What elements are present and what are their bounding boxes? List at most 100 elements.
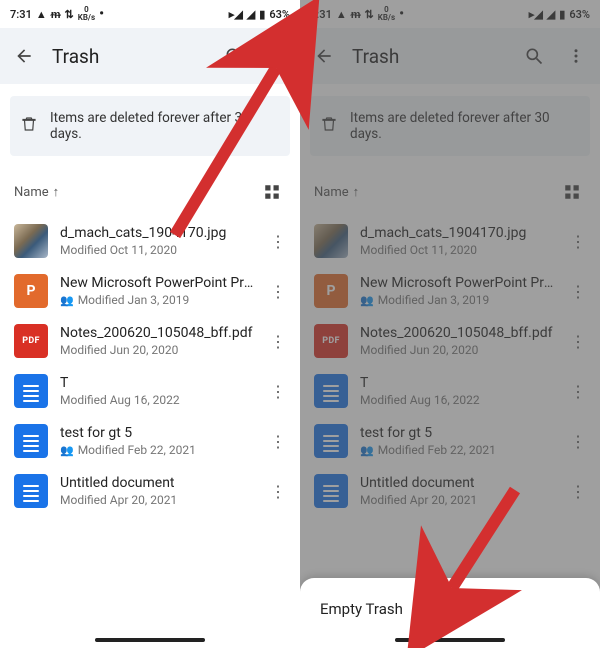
- item-more-button[interactable]: ⋮: [566, 228, 590, 255]
- item-more-button[interactable]: ⋮: [266, 378, 290, 405]
- list-item[interactable]: T Modified Aug 16, 2022 ⋮: [0, 366, 300, 416]
- list-item[interactable]: P New Microsoft PowerPoint Presentat… 👥 M…: [0, 266, 300, 316]
- item-more-button[interactable]: ⋮: [566, 328, 590, 355]
- sort-row: Name ↑: [300, 156, 600, 212]
- file-subtitle: Modified Aug 16, 2022: [360, 393, 554, 407]
- file-name: d_mach_cats_1904170.jpg: [360, 225, 554, 241]
- file-subtitle: Modified Feb 22, 2021: [78, 443, 196, 457]
- empty-trash-option[interactable]: Empty Trash: [320, 600, 580, 618]
- file-subtitle: Modified Apr 20, 2021: [60, 493, 254, 507]
- status-icon-cast: ▲: [36, 8, 47, 21]
- grid-icon: [563, 183, 581, 201]
- list-item[interactable]: Untitled document Modified Apr 20, 2021 …: [300, 466, 600, 516]
- item-more-button[interactable]: ⋮: [566, 278, 590, 305]
- file-name: Untitled document: [60, 475, 254, 491]
- list-item[interactable]: PDF Notes_200620_105048_bff.pdf Modified…: [0, 316, 300, 366]
- sort-toggle[interactable]: Name ↑: [314, 184, 359, 200]
- battery-icon: ▮: [259, 8, 265, 21]
- list-item[interactable]: PDF Notes_200620_105048_bff.pdf Modified…: [300, 316, 600, 366]
- item-more-button[interactable]: ⋮: [266, 428, 290, 455]
- more-vert-icon: [567, 47, 585, 65]
- view-grid-button[interactable]: [558, 178, 586, 206]
- list-item[interactable]: d_mach_cats_1904170.jpg Modified Oct 11,…: [300, 216, 600, 266]
- trash-icon: [320, 115, 338, 137]
- shared-icon: 👥: [360, 294, 374, 307]
- status-dot: •: [399, 10, 404, 18]
- status-icon-cast: ▲: [336, 8, 347, 21]
- file-thumbnail-doc: [314, 374, 348, 408]
- app-bar: Trash: [0, 28, 300, 84]
- signal-icon: ◢: [247, 8, 255, 21]
- file-subtitle: Modified Jan 3, 2019: [78, 293, 190, 307]
- file-subtitle: Modified Oct 11, 2020: [360, 243, 554, 257]
- search-button[interactable]: [220, 42, 248, 70]
- item-more-button[interactable]: ⋮: [566, 428, 590, 455]
- wifi-icon: ▸◢: [529, 8, 543, 21]
- file-thumbnail-pdf: PDF: [14, 324, 48, 358]
- item-more-button[interactable]: ⋮: [266, 228, 290, 255]
- file-name: test for gt 5: [60, 425, 254, 441]
- status-network-speed: 0KB/s: [378, 6, 395, 22]
- shared-icon: 👥: [60, 444, 74, 457]
- item-more-button[interactable]: ⋮: [566, 478, 590, 505]
- page-title: Trash: [352, 45, 506, 68]
- list-item[interactable]: test for gt 5 👥 Modified Feb 22, 2021 ⋮: [300, 416, 600, 466]
- list-item[interactable]: test for gt 5 👥 Modified Feb 22, 2021 ⋮: [0, 416, 300, 466]
- search-icon: [224, 46, 244, 66]
- app-bar: Trash: [300, 28, 600, 84]
- status-icon-lang: ᵯ: [351, 8, 361, 21]
- list-item[interactable]: T Modified Aug 16, 2022 ⋮: [300, 366, 600, 416]
- gesture-nav-handle: [95, 638, 205, 642]
- file-thumbnail-doc: [14, 374, 48, 408]
- view-grid-button[interactable]: [258, 178, 286, 206]
- file-subtitle: Modified Apr 20, 2021: [360, 493, 554, 507]
- status-icon-updown: ⇅: [365, 8, 374, 21]
- back-button[interactable]: [10, 42, 38, 70]
- file-thumbnail-image: [314, 224, 348, 258]
- file-list: d_mach_cats_1904170.jpg Modified Oct 11,…: [300, 212, 600, 516]
- shared-icon: 👥: [60, 294, 74, 307]
- file-thumbnail-image: [14, 224, 48, 258]
- file-subtitle: Modified Feb 22, 2021: [378, 443, 496, 457]
- sort-toggle[interactable]: Name ↑: [14, 184, 59, 200]
- banner-text: Items are deleted forever after 30 days.: [350, 110, 580, 142]
- status-icon-lang: ᵯ: [51, 8, 61, 21]
- file-thumbnail-doc: [314, 474, 348, 508]
- arrow-left-icon: [14, 46, 34, 66]
- file-thumbnail-ppt: P: [14, 274, 48, 308]
- search-icon: [524, 46, 544, 66]
- file-name: T: [360, 375, 554, 391]
- trash-icon: [20, 115, 38, 137]
- file-subtitle: Modified Jun 20, 2020: [60, 343, 254, 357]
- page-title: Trash: [52, 45, 206, 68]
- file-thumbnail-doc: [14, 474, 48, 508]
- file-name: New Microsoft PowerPoint Presentat…: [60, 275, 254, 291]
- wifi-icon: ▸◢: [229, 8, 243, 21]
- file-subtitle: Modified Jun 20, 2020: [360, 343, 554, 357]
- sort-label: Name: [14, 185, 49, 200]
- file-list: d_mach_cats_1904170.jpg Modified Oct 11,…: [0, 212, 300, 516]
- sort-row: Name ↑: [0, 156, 300, 212]
- item-more-button[interactable]: ⋮: [266, 478, 290, 505]
- file-subtitle: Modified Aug 16, 2022: [60, 393, 254, 407]
- file-name: Notes_200620_105048_bff.pdf: [360, 325, 554, 341]
- battery-icon: ▮: [559, 8, 565, 21]
- file-name: test for gt 5: [360, 425, 554, 441]
- item-more-button[interactable]: ⋮: [566, 378, 590, 405]
- list-item[interactable]: Untitled document Modified Apr 20, 2021 …: [0, 466, 300, 516]
- item-more-button[interactable]: ⋮: [266, 278, 290, 305]
- banner-text: Items are deleted forever after 30 days.: [50, 110, 280, 142]
- status-battery: 63%: [569, 8, 590, 21]
- arrow-up-icon: ↑: [53, 184, 60, 200]
- status-battery: 63%: [269, 8, 290, 21]
- info-banner: Items are deleted forever after 30 days.: [10, 96, 290, 156]
- search-button[interactable]: [520, 42, 548, 70]
- more-button[interactable]: [262, 42, 290, 70]
- list-item[interactable]: P New Microsoft PowerPoint Presentat… 👥M…: [300, 266, 600, 316]
- back-button[interactable]: [310, 42, 338, 70]
- status-time: 7:31: [10, 8, 32, 21]
- list-item[interactable]: d_mach_cats_1904170.jpg Modified Oct 11,…: [0, 216, 300, 266]
- shared-icon: 👥: [360, 444, 374, 457]
- more-button[interactable]: [562, 42, 590, 70]
- item-more-button[interactable]: ⋮: [266, 328, 290, 355]
